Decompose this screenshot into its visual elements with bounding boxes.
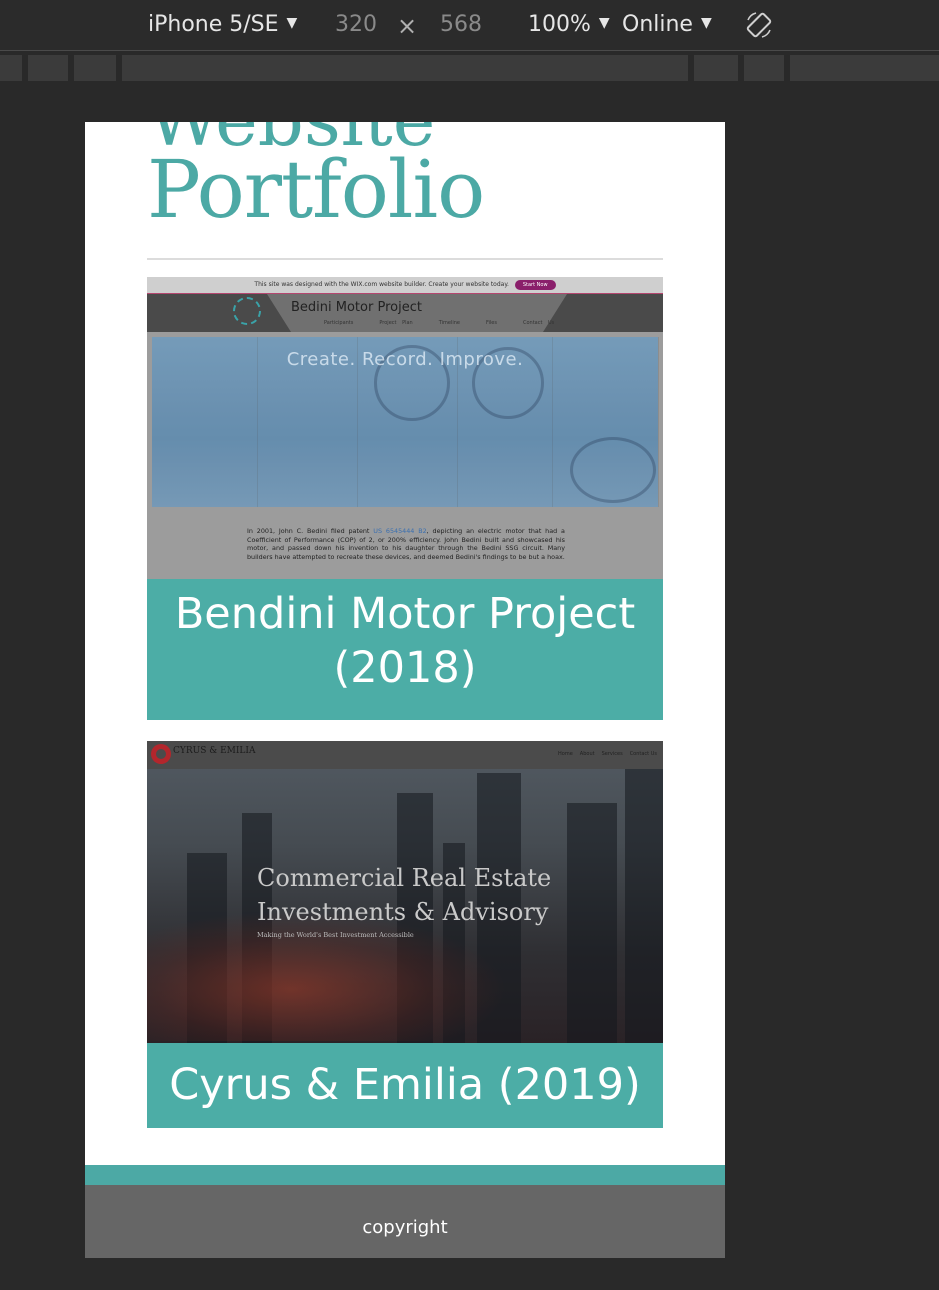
project-caption-cyrus-emilia[interactable]: Cyrus & Emilia (2019) (147, 1043, 663, 1128)
page-title: Portfolio (147, 143, 485, 236)
project-card-cyrus-emilia[interactable]: CYRUS & EMILIA Home About Services Contact … (147, 741, 663, 1128)
cyrus-emilia-brand: CYRUS & EMILIA (173, 746, 256, 756)
device-select[interactable]: iPhone 5/SE ▼ (148, 12, 297, 37)
cyrus-emilia-logo-icon (151, 744, 171, 764)
headline-line-1: Commercial Real Estate (257, 864, 552, 892)
media-query-segment[interactable] (694, 55, 738, 81)
rotate-icon[interactable] (744, 10, 774, 40)
patent-link: US 6545444 B2 (373, 527, 427, 535)
project-card-bedini[interactable]: This site was designed with the WIX.com … (147, 277, 663, 720)
ce-nav-item: Home (558, 751, 573, 757)
skyline-building (625, 763, 663, 1043)
bedini-nav-item: Files (485, 320, 497, 326)
media-query-segment[interactable] (790, 55, 939, 81)
ce-nav-item: Services (601, 751, 623, 757)
bedini-body-start: In 2001, John C. Bedini filed patent (247, 527, 374, 535)
copyright-text: copyright (362, 1217, 448, 1238)
bedini-nav-item: Project Plan (379, 320, 413, 326)
bedini-nav-links: Participants Project Plan Timeline Files Con… (324, 320, 580, 326)
media-query-segment[interactable] (744, 55, 784, 81)
height-input[interactable]: 568 (440, 12, 482, 37)
ce-nav-item: Contact Us (629, 751, 657, 757)
width-input[interactable]: 320 (335, 12, 377, 37)
dimension-separator: × (397, 12, 418, 40)
cyrus-emilia-nav-links: Home About Services Contact Us (551, 751, 657, 757)
cyrus-emilia-subheadline: Making the World's Best Investment Acces… (257, 931, 414, 939)
throttling-select-label: Online (622, 12, 693, 37)
device-select-label: iPhone 5/SE (148, 12, 279, 37)
media-query-segment[interactable] (28, 55, 68, 81)
wix-banner: This site was designed with the WIX.com … (147, 277, 663, 294)
bedini-nav-item: Timeline (438, 320, 460, 326)
project-screenshot-bedini: This site was designed with the WIX.com … (147, 277, 663, 579)
project-screenshot-cyrus-emilia: CYRUS & EMILIA Home About Services Contact … (147, 741, 663, 1043)
ce-nav-item: About (579, 751, 595, 757)
title-divider (147, 258, 663, 260)
motor-graphic (570, 437, 656, 503)
wix-start-button: Start Now (514, 279, 556, 290)
project-caption-bedini[interactable]: Bendini Motor Project (2018) (147, 579, 663, 720)
bedini-tagline: Create. Record. Improve. (286, 349, 524, 370)
media-query-bar (0, 55, 939, 81)
cyrus-emilia-header: CYRUS & EMILIA Home About Services Contact … (147, 741, 663, 769)
bedini-site-name: Bedini Motor Project (291, 300, 422, 315)
throttling-select[interactable]: Online ▼ (622, 12, 712, 37)
headline-line-2: Investments & Advisory (257, 898, 549, 926)
media-query-segment[interactable] (122, 55, 688, 81)
footer: copyright (85, 1185, 725, 1258)
bedini-nav-item: Participants (324, 320, 354, 326)
zoom-select-label: 100% (528, 12, 591, 37)
bedini-nav-item: Contact Us (522, 320, 555, 326)
bedini-body-text: In 2001, John C. Bedini filed patent US … (247, 527, 565, 561)
zoom-select-caret-icon: ▼ (598, 15, 610, 31)
device-viewport: Website Portfolio This site was designed… (85, 122, 725, 1258)
footer-accent-bar (85, 1165, 725, 1185)
media-query-segment[interactable] (0, 55, 22, 81)
throttling-select-caret-icon: ▼ (700, 15, 712, 31)
bedini-header: Bedini Motor Project Participants Project… (147, 294, 663, 332)
device-select-caret-icon: ▼ (286, 15, 298, 31)
wix-banner-text: This site was designed with the WIX.com … (254, 281, 509, 288)
media-query-segment[interactable] (74, 55, 116, 81)
cyrus-emilia-headline: Commercial Real Estate Investments & Adv… (257, 861, 577, 929)
bedini-logo-icon (233, 297, 261, 325)
zoom-select[interactable]: 100% ▼ (528, 12, 610, 37)
device-toolbar: iPhone 5/SE ▼ 320 × 568 100% ▼ Online ▼ (0, 0, 939, 51)
